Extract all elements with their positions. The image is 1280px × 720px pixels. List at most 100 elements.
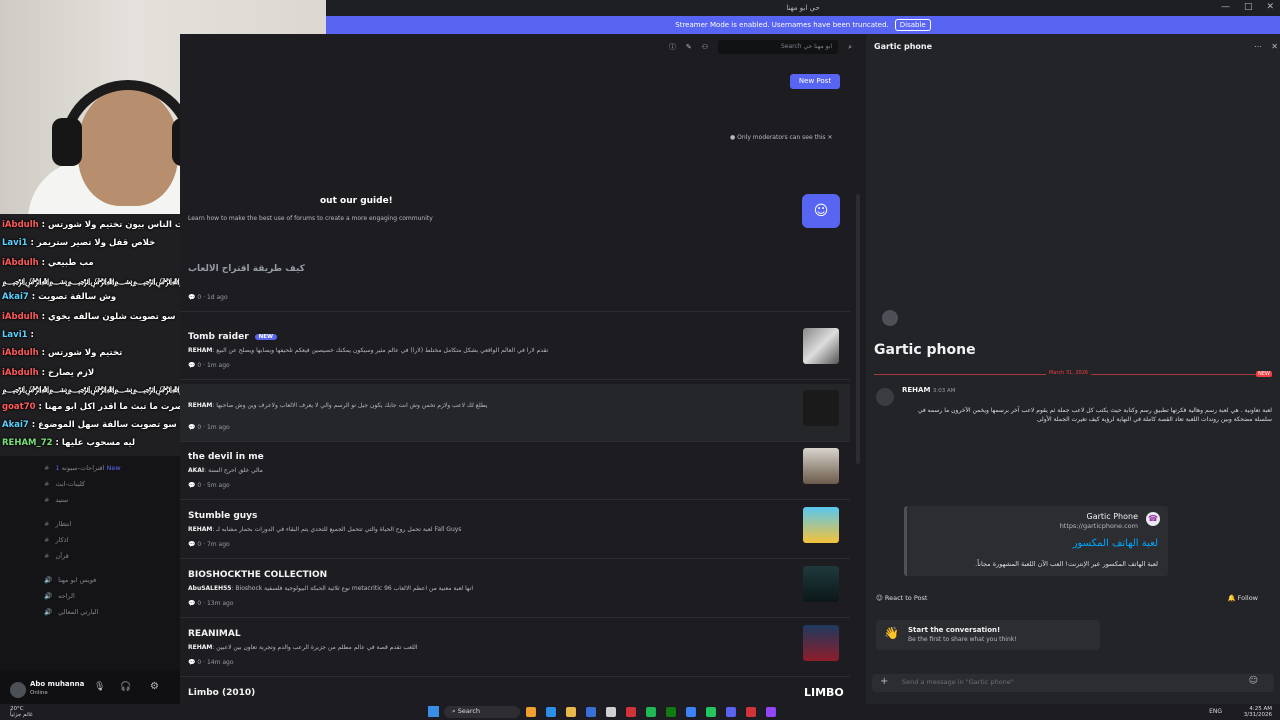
embed-title[interactable]: لعبة الهاتف المكسور [1073, 538, 1158, 549]
chat-message: REHAM_72 : ليه مسحوب عليها [2, 438, 136, 448]
guide-subtitle: Learn how to make the best use of forums… [188, 215, 433, 222]
spotify-icon[interactable] [646, 707, 656, 717]
post-meta: 💬 0 · 1d ago [188, 294, 228, 301]
forum-scrollbar[interactable] [856, 194, 860, 464]
moderator-note: ● Only moderators can see this ✕ [730, 134, 833, 141]
thread-icon [882, 310, 898, 326]
post-excerpt: REHAM: اللعب تقدم قصة في عالم مظلم من جز… [188, 644, 418, 651]
chat-message: Lavi1 : خلاص قفل ولا تصير ستريمر [2, 238, 156, 248]
info-icon[interactable]: ⓘ [669, 42, 676, 52]
pin-icon[interactable]: ✎ [686, 43, 692, 51]
sidebar-channel[interactable]: # ﺍﺫﻛﺎﺭ [44, 536, 68, 544]
chat-message: Akai7 : وش سالفة تصويت [2, 292, 117, 302]
user-status: Online [30, 690, 48, 696]
forum-post[interactable]: REANIMAL REHAM: اللعب تقدم قصة في عالم م… [180, 619, 850, 677]
post-excerpt: AKAI: مالي خلق احرج السنة [188, 467, 263, 474]
app-icon[interactable] [706, 707, 716, 717]
post-meta: 💬 0 · 5m ago [188, 482, 230, 489]
search-input[interactable]: Search ابو مهنا حي [718, 40, 839, 54]
close-icon[interactable]: ✕ [827, 134, 832, 141]
system-clock[interactable]: 4:25 AM 3/31/2026 [1244, 706, 1272, 718]
forum-post[interactable]: كيف طريقة اقتراح الالعاب 💬 0 · 1d ago [180, 254, 850, 312]
username: Abo muhanna [30, 680, 85, 688]
close-button[interactable]: ✕ [1266, 2, 1274, 12]
search-icon[interactable]: ⌕ [848, 43, 852, 52]
forum-post[interactable]: BIOSHOCKTHE COLLECTION AbuSALEH55: Biosh… [180, 560, 850, 618]
post-meta: 💬 0 · 7m ago [188, 541, 230, 548]
windows-start-icon[interactable] [428, 706, 439, 717]
chat-message: iAbdulh : سو تصويت شلون سالفه يخوي [2, 312, 176, 322]
forum-post[interactable]: REHAM: يطلع لك لاعب ولازم تخمن وش انت جا… [180, 384, 850, 442]
edge-icon[interactable] [546, 707, 556, 717]
message-input[interactable]: Send a message in "Gartic phone" [872, 674, 1274, 692]
sidebar-channel[interactable]: 🔊 ﺍﻟﺒﺎﺭﺗﻲ ﺍﻟﻤﻌﺎﻟﻲ [44, 608, 98, 616]
post-meta: 💬 0 · 13m ago [188, 600, 234, 607]
app-icon[interactable] [606, 707, 616, 717]
forum-post[interactable]: the devil in me AKAI: مالي خلق احرج السن… [180, 442, 850, 500]
app-icon[interactable] [746, 707, 756, 717]
store-icon[interactable] [586, 707, 596, 717]
sidebar-channel[interactable]: # ﻛﻠﻴﺒﺎﺕ-ﺍﺑﺚ [44, 480, 85, 488]
twitch-icon[interactable] [766, 707, 776, 717]
thread-header-title: Gartic phone [874, 42, 933, 51]
start-conversation-card: 👋 Start the conversation! Be the first t… [876, 620, 1100, 650]
brave-icon[interactable] [626, 707, 636, 717]
microphone-icon[interactable]: 🎙 [94, 682, 105, 692]
language-indicator[interactable]: ENG [1209, 708, 1222, 715]
taskbar-search[interactable]: ⌕ Search [444, 706, 520, 718]
new-post-button[interactable]: New Post [790, 74, 840, 89]
embed-url[interactable]: https://garticphone.com [1060, 522, 1138, 530]
post-thumbnail [803, 566, 839, 602]
chat-message: Akai7 : يب سو تصويت سالفة سهل الموضوع [2, 420, 192, 430]
forum-post[interactable]: Limbo (2010) LIMBO [180, 678, 850, 704]
emoji-icon[interactable]: ☺ [1249, 676, 1258, 686]
weather-widget[interactable]: 20°C غائم جزئياً [10, 706, 33, 718]
folder-icon[interactable] [566, 707, 576, 717]
post-title: REANIMAL [188, 629, 241, 639]
new-badge: NEW [254, 333, 278, 340]
discord-icon[interactable] [726, 707, 736, 717]
post-meta: 💬 0 · 1m ago [188, 424, 230, 431]
window-title: حي ابو مهنا [786, 4, 820, 12]
post-thumbnail [803, 507, 839, 543]
follow-button[interactable]: 🔔 Follow [1227, 594, 1258, 602]
avatar[interactable] [876, 388, 894, 406]
message-body: لعبة تعاونية . هي لعبة رسم وهالية فكرتها… [917, 407, 1272, 423]
headphones-icon[interactable]: 🎧 [120, 682, 131, 692]
message-author[interactable]: REHAM 3:03 AM [902, 386, 955, 394]
streamer-mode-banner: Streamer Mode is enabled. Usernames have… [326, 16, 1280, 34]
minimize-button[interactable]: — [1221, 2, 1230, 12]
emoji-icon: ☺ [876, 594, 883, 602]
sidebar-channel[interactable]: # ﻗﺮﺁﻥ [44, 552, 69, 560]
thread-title: Gartic phone [874, 342, 976, 358]
forum-guide-icon: ☺ [802, 194, 840, 228]
members-icon[interactable]: ⚇ [702, 43, 708, 51]
streamer-mode-text: Streamer Mode is enabled. Usernames have… [675, 21, 889, 29]
react-to-post-button[interactable]: ☺ React to Post [876, 594, 927, 602]
link-embed[interactable]: ☎ Gartic Phone https://garticphone.com ل… [904, 506, 1168, 576]
forum-post[interactable]: Tomb raider NEW REHAM: تقدم لارا في العال… [180, 322, 850, 380]
sidebar-channel[interactable]: # ﺳﺘﻴﺪ [44, 496, 68, 504]
post-excerpt: REHAM: لعبة تحمل روح الحياة والتي تتحمل … [188, 526, 462, 533]
more-icon[interactable]: ⋯ [1254, 42, 1262, 51]
app-icon[interactable] [686, 707, 696, 717]
chat-message: iAbdulh : مب طبيعي [2, 258, 94, 268]
post-excerpt: REHAM: يطلع لك لاعب ولازم تخمن وش انت جا… [188, 402, 488, 409]
avatar[interactable] [10, 682, 26, 698]
sidebar-channel[interactable]: 🔊 ﺍﻟﺮﺍﺣﻪ [44, 592, 75, 600]
sidebar-channel[interactable]: # ﺍﻧﺘﻈﺎﺭ [44, 520, 71, 528]
date-label: March 31, 2026 [1046, 370, 1092, 376]
xbox-icon[interactable] [666, 707, 676, 717]
windows-taskbar: 20°C غائم جزئياً ⌕ Search ENG 4:25 AM 3/… [0, 704, 1280, 720]
sidebar-channel[interactable]: # ﺍﻗﺘﺮﺍﺣﺎﺕ-ﺳﺒﻮﻧﻪ 1 New [44, 464, 121, 472]
close-icon[interactable]: ✕ [1271, 42, 1278, 51]
disable-streamer-button[interactable]: Disable [894, 19, 931, 31]
gear-icon[interactable]: ⚙ [150, 681, 159, 692]
post-title: the devil in me [188, 452, 264, 462]
maximize-button[interactable]: □ [1244, 2, 1253, 12]
explorer-icon[interactable] [526, 707, 536, 717]
add-attachment-icon[interactable]: + [880, 676, 888, 687]
chat-message: iAbdulh : لازم يصارخ [2, 368, 95, 378]
forum-post[interactable]: Stumble guys REHAM: لعبة تحمل روح الحياة… [180, 501, 850, 559]
sidebar-channel[interactable]: 🔊 ﻓﻮﻳﺲ ﺍﺑﻮ ﻣﻬﻨﺎ [44, 576, 96, 584]
